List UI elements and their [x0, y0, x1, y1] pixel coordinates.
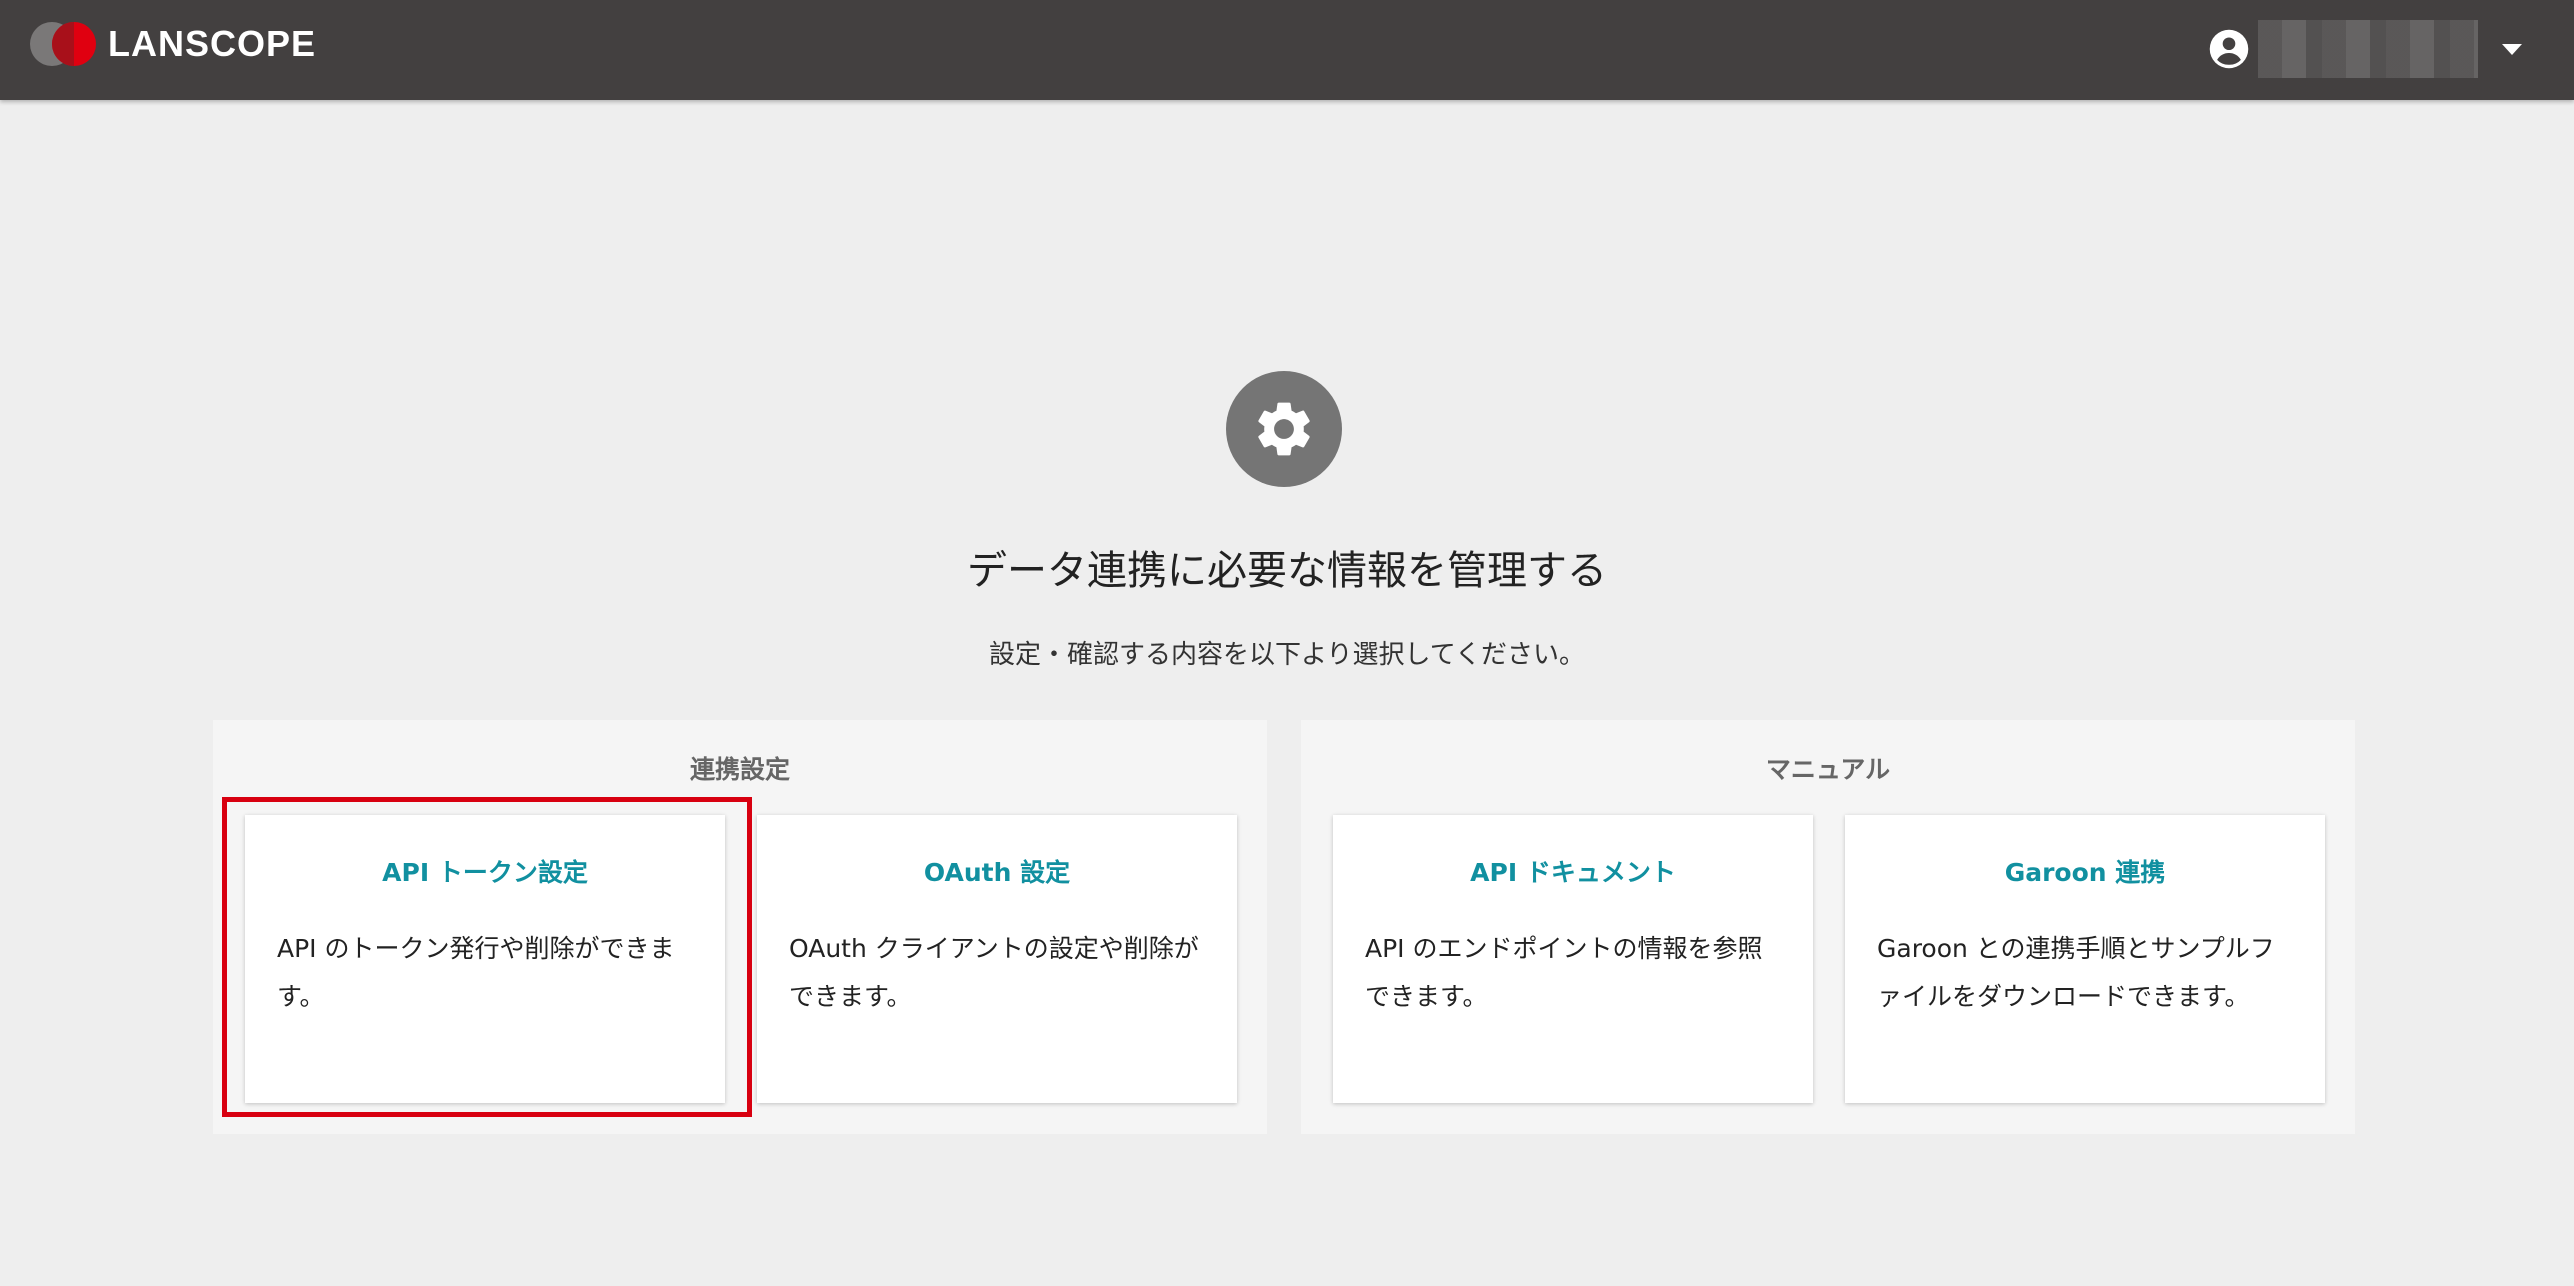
top-header: LANSCOPE [0, 0, 2574, 100]
card-title[interactable]: API トークン設定 [245, 853, 725, 889]
card-description: Garoon との連携手順とサンプルファイルをダウンロードできます。 [1877, 934, 2275, 1011]
settings-gear-glyph [1258, 402, 1310, 456]
section-integration-settings: 連携設定 API トークン設定 API のトークン発行や削除ができます。 OAu… [213, 720, 1267, 1134]
card-title[interactable]: API ドキュメント [1333, 853, 1813, 889]
card-title[interactable]: Garoon 連携 [1845, 853, 2325, 889]
user-name-redacted [2258, 20, 2478, 78]
lanscope-logo-mark-icon [30, 22, 100, 66]
chevron-down-icon[interactable] [2502, 43, 2522, 55]
account-circle-icon [2209, 29, 2249, 69]
page-subtitle: 設定・確認する内容を以下より選択してください。 [989, 640, 1585, 670]
card-api-documents[interactable]: API ドキュメント API のエンドポイントの情報を参照できます。 [1333, 815, 1813, 1103]
card-title[interactable]: OAuth 設定 [757, 853, 1237, 889]
section-title: マニュアル [1765, 755, 1891, 784]
section-title: 連携設定 [689, 755, 790, 784]
card-api-token-settings[interactable]: API トークン設定 API のトークン発行や削除ができます。 [245, 815, 725, 1103]
section-manual: マニュアル API ドキュメント API のエンドポイントの情報を参照できます。… [1301, 720, 2355, 1134]
card-garoon-integration[interactable]: Garoon 連携 Garoon との連携手順とサンプルファイルをダウンロードで… [1845, 815, 2325, 1103]
card-description: OAuth クライアントの設定や削除ができます。 [789, 934, 1199, 1011]
card-oauth-settings[interactable]: OAuth 設定 OAuth クライアントの設定や削除ができます。 [757, 815, 1237, 1103]
logo-text: LANSCOPE [108, 23, 317, 64]
user-menu[interactable] [2208, 16, 2522, 82]
gear-icon [1226, 371, 1342, 487]
card-description: API のトークン発行や削除ができます。 [277, 934, 675, 1011]
card-description: API のエンドポイントの情報を参照できます。 [1365, 934, 1763, 1011]
page-title: データ連携に必要な情報を管理する [967, 548, 1607, 594]
lanscope-logo[interactable]: LANSCOPE [30, 22, 317, 66]
